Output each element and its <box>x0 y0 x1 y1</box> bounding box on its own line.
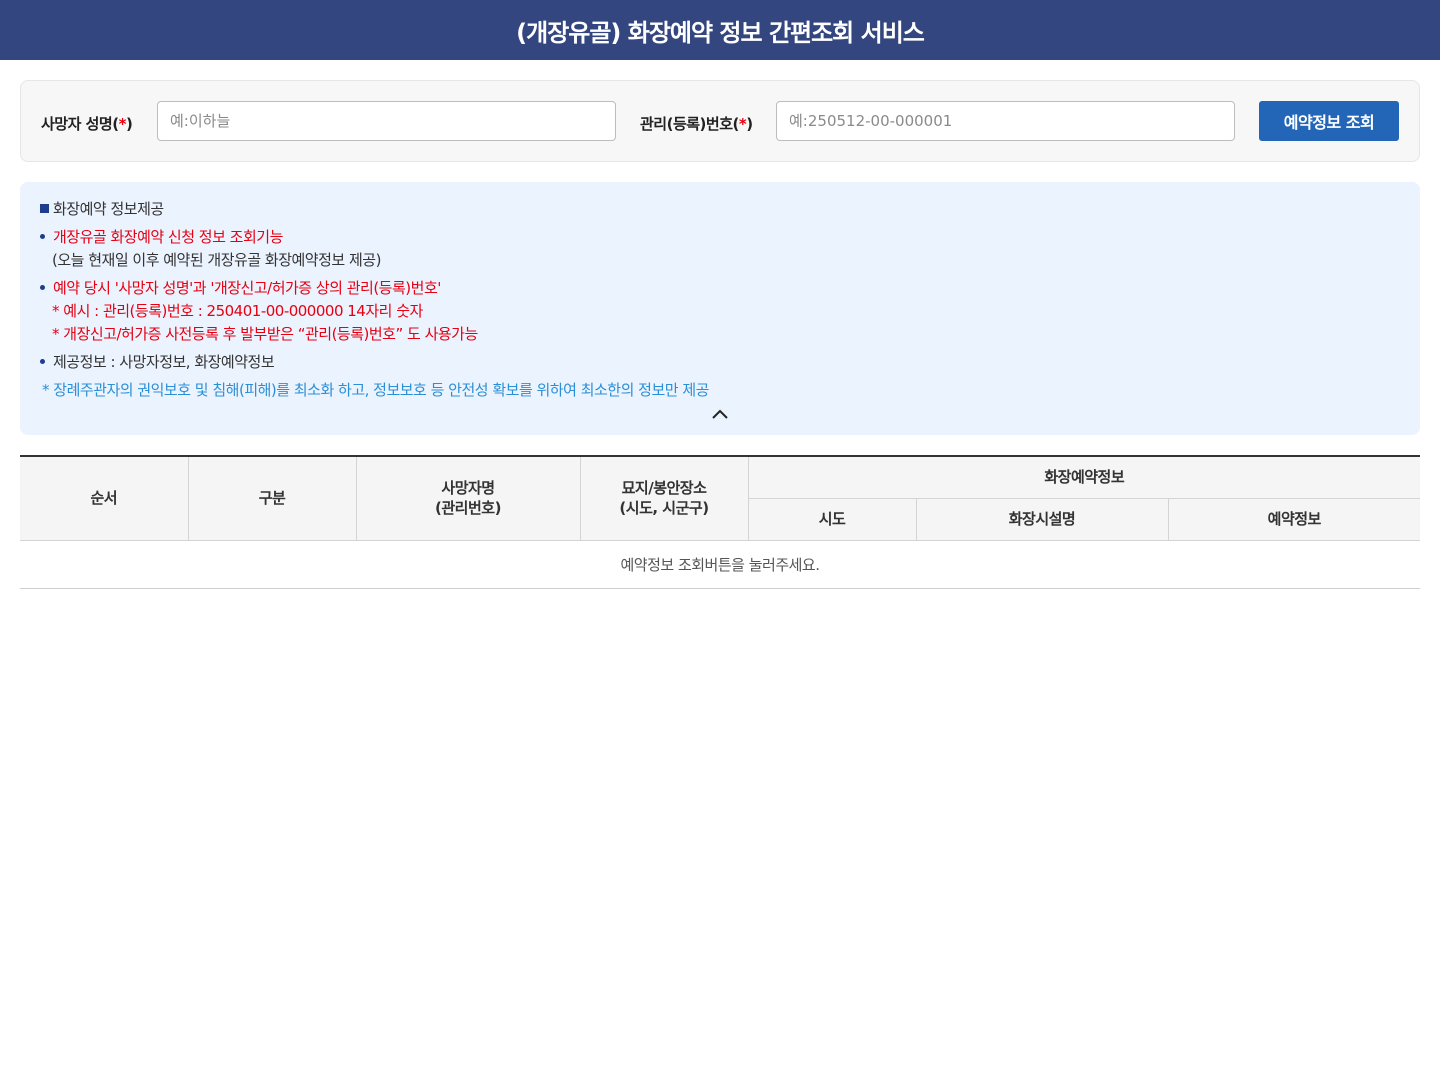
column-header-type: 구분 <box>187 455 356 541</box>
bullet-icon <box>40 285 45 290</box>
info-note: * 장례주관자의 권익보호 및 침해(피해)를 최소화 하고, 정보보호 등 안… <box>42 381 709 399</box>
registration-number-label: 관리(등록)번호(*) <box>640 115 753 133</box>
info-example: * 개장신고/허가증 사전등록 후 발부받은 “관리(등록)번호” 도 사용가능 <box>52 325 478 343</box>
search-reservation-button[interactable]: 예약정보 조회 <box>1259 101 1399 141</box>
page-header: (개장유골) 화장예약 정보 간편조회 서비스 <box>0 0 1440 60</box>
column-header-reservation: 예약정보 <box>1167 498 1420 541</box>
info-box: 화장예약 정보제공 개장유골 화장예약 신청 정보 조회기능 (오늘 현재일 이… <box>20 182 1420 435</box>
info-sub: (오늘 현재일 이후 예약된 개장유골 화장예약정보 제공) <box>52 251 381 269</box>
column-group-cremation-info: 화장예약정보 <box>747 455 1420 499</box>
column-header-facility: 화장시설명 <box>915 498 1168 541</box>
results-table: 순서 구분 사망자명 (관리번호) 묘지/봉안장소 (시도, 시군구) 화장예약… <box>20 455 1420 589</box>
info-item: 제공정보 : 사망자정보, 화장예약정보 <box>40 351 275 372</box>
bullet-icon <box>40 359 45 364</box>
column-header-burial-place: 묘지/봉안장소 (시도, 시군구) <box>579 455 748 541</box>
info-item: 개장유골 화장예약 신청 정보 조회기능 <box>40 226 283 247</box>
required-mark: * <box>118 115 127 133</box>
deceased-name-label: 사망자 성명(*) <box>41 115 133 133</box>
column-header-region: 시도 <box>747 498 916 541</box>
column-header-deceased-name: 사망자명 (관리번호) <box>355 455 580 541</box>
search-panel: 사망자 성명(*) 관리(등록)번호(*) 예약정보 조회 <box>20 80 1420 162</box>
chevron-up-icon[interactable] <box>711 407 729 421</box>
info-item: 예약 당시 '사망자 성명'과 '개장신고/허가증 상의 관리(등록)번호' <box>40 277 441 298</box>
empty-message: 예약정보 조회버튼을 눌러주세요. <box>20 540 1420 589</box>
deceased-name-input[interactable] <box>157 101 616 141</box>
column-header-order: 순서 <box>20 455 188 541</box>
required-mark: * <box>738 115 747 133</box>
bullet-icon <box>40 234 45 239</box>
info-heading: 화장예약 정보제공 <box>40 198 164 219</box>
page-title: (개장유골) 화장예약 정보 간편조회 서비스 <box>516 18 925 47</box>
square-bullet-icon <box>40 204 49 213</box>
registration-number-input[interactable] <box>776 101 1235 141</box>
info-example: * 예시 : 관리(등록)번호 : 250401-00-000000 14자리 … <box>52 302 423 320</box>
